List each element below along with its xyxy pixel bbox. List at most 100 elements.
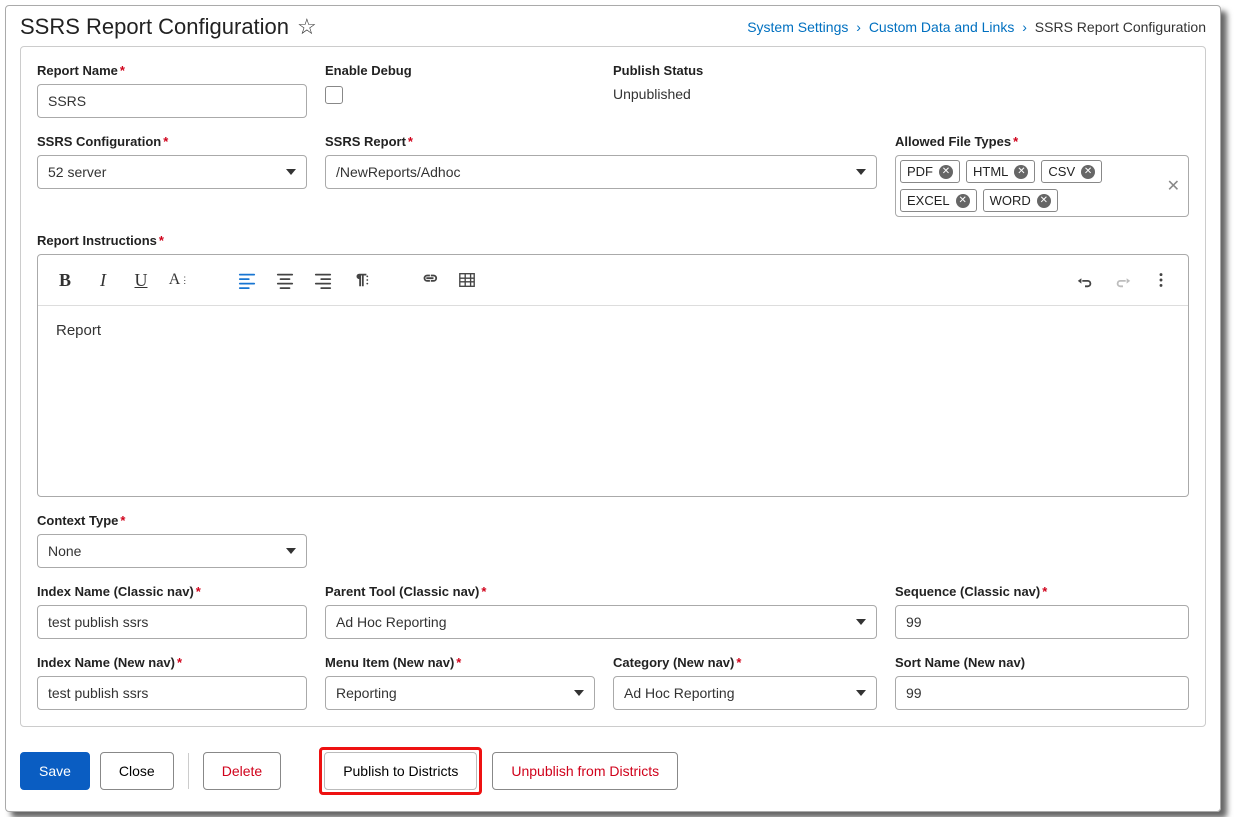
footer-actions: Save Close Delete Publish to Districts U… [6,737,1220,811]
remove-tag-icon[interactable]: ✕ [956,194,970,208]
page-title: SSRS Report Configuration ☆ [20,14,317,40]
chevron-right-icon: › [852,19,865,35]
select-value: /NewReports/Adhoc [336,164,461,180]
editor-content[interactable]: Report [38,306,1188,496]
index-new-input[interactable] [37,676,307,710]
label-text: Sequence (Classic nav) [895,584,1040,599]
field-ssrs-report: SSRS Report* /NewReports/Adhoc [325,134,877,217]
align-right-button[interactable] [306,263,340,297]
paragraph-format-button[interactable] [344,263,378,297]
unpublish-from-districts-button[interactable]: Unpublish from Districts [492,752,678,790]
field-ssrs-config: SSRS Configuration* 52 server [37,134,307,217]
sequence-classic-input[interactable] [895,605,1189,639]
close-button[interactable]: Close [100,752,174,790]
field-parent-tool: Parent Tool (Classic nav)* Ad Hoc Report… [325,584,877,639]
breadcrumb-current: SSRS Report Configuration [1035,19,1206,35]
field-publish-status: Publish Status Unpublished [613,63,703,118]
menu-item-select[interactable]: Reporting [325,676,595,710]
label-text: Context Type [37,513,118,528]
caret-down-icon [856,619,866,625]
align-center-button[interactable] [268,263,302,297]
field-allowed-types: Allowed File Types* PDF✕ HTML✕ CSV✕ EXCE… [895,134,1189,217]
select-value: Ad Hoc Reporting [624,685,735,701]
field-sequence-classic: Sequence (Classic nav)* [895,584,1189,639]
save-button[interactable]: Save [20,752,90,790]
rich-text-editor: B I U A⋮ [37,254,1189,497]
align-left-button[interactable] [230,263,264,297]
field-index-classic: Index Name (Classic nav)* [37,584,307,639]
index-classic-input[interactable] [37,605,307,639]
underline-button[interactable]: U [124,263,158,297]
label-text: Index Name (New nav) [37,655,175,670]
caret-down-icon [574,690,584,696]
label-text: Index Name (Classic nav) [37,584,194,599]
allowed-types-tags[interactable]: PDF✕ HTML✕ CSV✕ EXCEL✕ WORD✕ ✕ [895,155,1189,217]
insert-link-button[interactable] [412,263,446,297]
label-text: Category (New nav) [613,655,734,670]
sort-name-input[interactable] [895,676,1189,710]
font-style-button[interactable]: A⋮ [162,263,196,297]
favorite-star-icon[interactable]: ☆ [297,14,317,40]
field-context-type: Context Type* None [37,513,307,568]
undo-button[interactable] [1068,263,1102,297]
window: SSRS Report Configuration ☆ System Setti… [5,5,1221,812]
breadcrumb-link-custom-data[interactable]: Custom Data and Links [869,19,1015,35]
italic-button[interactable]: I [86,263,120,297]
field-sort-name: Sort Name (New nav) [895,655,1189,710]
caret-down-icon [286,169,296,175]
form-panel: Report Name* Enable Debug Publish Status… [20,46,1206,727]
bold-button[interactable]: B [48,263,82,297]
ssrs-report-select[interactable]: /NewReports/Adhoc [325,155,877,189]
label-text: Report Name [37,63,118,78]
field-report-name: Report Name* [37,63,307,118]
label-text: Enable Debug [325,63,412,78]
select-value: None [48,543,81,559]
label-text: Allowed File Types [895,134,1011,149]
more-options-button[interactable] [1144,263,1178,297]
caret-down-icon [286,548,296,554]
context-type-select[interactable]: None [37,534,307,568]
label-text: Menu Item (New nav) [325,655,454,670]
chevron-right-icon: › [1018,19,1031,35]
insert-table-button[interactable] [450,263,484,297]
breadcrumb-link-system-settings[interactable]: System Settings [747,19,848,35]
parent-tool-select[interactable]: Ad Hoc Reporting [325,605,877,639]
tag-html: HTML✕ [966,160,1035,183]
label-text: Report Instructions [37,233,157,248]
remove-tag-icon[interactable]: ✕ [1014,165,1028,179]
clear-all-tags-icon[interactable]: ✕ [1167,176,1180,196]
field-instructions: Report Instructions* B I U A⋮ [37,233,1189,497]
label-text: Parent Tool (Classic nav) [325,584,479,599]
redo-button[interactable] [1106,263,1140,297]
field-menu-item: Menu Item (New nav)* Reporting [325,655,595,710]
label-text: SSRS Configuration [37,134,161,149]
remove-tag-icon[interactable]: ✕ [1081,165,1095,179]
tag-pdf: PDF✕ [900,160,960,183]
publish-status-value: Unpublished [613,86,703,102]
select-value: 52 server [48,164,106,180]
field-category: Category (New nav)* Ad Hoc Reporting [613,655,877,710]
enable-debug-checkbox[interactable] [325,86,343,104]
category-select[interactable]: Ad Hoc Reporting [613,676,877,710]
select-value: Reporting [336,685,397,701]
highlighted-action: Publish to Districts [319,747,482,795]
label-text: Sort Name (New nav) [895,655,1025,670]
remove-tag-icon[interactable]: ✕ [1037,194,1051,208]
divider [188,753,189,789]
tag-excel: EXCEL✕ [900,189,977,212]
publish-to-districts-button[interactable]: Publish to Districts [324,752,477,790]
ssrs-config-select[interactable]: 52 server [37,155,307,189]
field-enable-debug: Enable Debug [325,63,595,118]
caret-down-icon [856,690,866,696]
label-text: Publish Status [613,63,703,78]
editor-toolbar: B I U A⋮ [38,255,1188,306]
report-name-input[interactable] [37,84,307,118]
label-text: SSRS Report [325,134,406,149]
select-value: Ad Hoc Reporting [336,614,447,630]
delete-button[interactable]: Delete [203,752,281,790]
remove-tag-icon[interactable]: ✕ [939,165,953,179]
breadcrumb: System Settings › Custom Data and Links … [747,19,1206,35]
tag-word: WORD✕ [983,189,1058,212]
field-index-new: Index Name (New nav)* [37,655,307,710]
caret-down-icon [856,169,866,175]
